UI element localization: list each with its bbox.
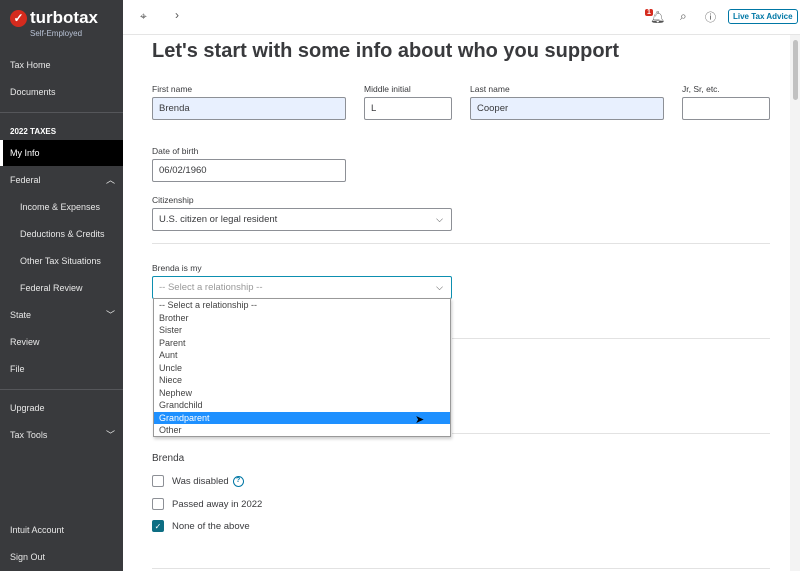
sidebar-item-deductions[interactable]: Deductions & Credits xyxy=(0,221,123,247)
divider xyxy=(152,568,770,569)
divider xyxy=(452,433,770,434)
divider xyxy=(0,112,123,113)
first-name-label: First name xyxy=(152,84,193,94)
dob-label: Date of birth xyxy=(152,146,199,156)
sidebar-item-other-situations[interactable]: Other Tax Situations xyxy=(0,248,123,274)
option[interactable]: Nephew xyxy=(154,387,450,400)
sidebar-item-federal[interactable]: Federal ︿ xyxy=(0,167,123,193)
passed-away-checkbox[interactable] xyxy=(152,498,164,510)
selected-value: U.S. citizen or legal resident xyxy=(159,214,278,225)
dob-field[interactable]: 06/02/1960 xyxy=(152,159,346,182)
check-logo-icon: ✓ xyxy=(10,9,27,27)
section-header: 2022 TAXES xyxy=(10,127,57,136)
citizenship-label: Citizenship xyxy=(152,195,194,205)
chevron-down-icon: ﹀ xyxy=(105,310,115,320)
relationship-select[interactable]: -- Select a relationship -- ⌵ xyxy=(152,276,452,299)
chevron-right-icon[interactable]: › xyxy=(175,8,179,22)
suffix-field[interactable] xyxy=(682,97,770,120)
help-icon[interactable]: ⓘ xyxy=(705,9,716,25)
option[interactable]: Niece xyxy=(154,374,450,387)
last-name-label: Last name xyxy=(470,84,510,94)
relationship-dropdown-list: -- Select a relationship -- Brother Sist… xyxy=(153,298,451,437)
help-icon[interactable]: ? xyxy=(232,476,244,487)
edition-label: Self-Employed xyxy=(30,29,83,38)
middle-initial-field[interactable]: L xyxy=(364,97,452,120)
scrollbar[interactable] xyxy=(790,35,800,571)
page-title: Let's start with some info about who you… xyxy=(152,40,619,62)
passed-away-label: Passed away in 2022 xyxy=(172,499,263,510)
sidebar-item-income[interactable]: Income & Expenses xyxy=(0,194,123,220)
sidebar-item-federal-review[interactable]: Federal Review xyxy=(0,275,123,301)
was-disabled-label: Was disabled? xyxy=(172,476,244,487)
label: Federal xyxy=(10,175,41,185)
search-icon[interactable]: ⌕ xyxy=(680,9,687,24)
sidebar: ✓ turbotax Self-Employed Tax Home Documen… xyxy=(0,0,123,571)
label: State xyxy=(10,310,32,320)
sidebar-item-file[interactable]: File xyxy=(0,356,123,382)
sidebar-item-tax-home[interactable]: Tax Home xyxy=(0,52,123,78)
divider xyxy=(152,243,770,244)
citizenship-select[interactable]: U.S. citizen or legal resident ⌵ xyxy=(152,208,452,231)
option[interactable]: Sister xyxy=(154,324,450,337)
sidebar-item-my-info[interactable]: My Info xyxy=(0,140,123,166)
status-heading: Brenda xyxy=(152,453,185,464)
divider xyxy=(0,389,123,390)
sidebar-item-review[interactable]: Review xyxy=(0,329,123,355)
live-tax-advice-button[interactable]: Live Tax Advice xyxy=(728,9,798,24)
divider xyxy=(452,338,770,339)
last-name-field[interactable]: Cooper xyxy=(470,97,664,120)
sidebar-item-tax-tools[interactable]: Tax Tools ﹀ xyxy=(0,422,123,448)
option[interactable]: Other xyxy=(154,424,450,437)
selected-value: -- Select a relationship -- xyxy=(159,282,263,293)
option[interactable]: Grandchild xyxy=(154,399,450,412)
location-pin-icon[interactable]: ⌖ xyxy=(140,9,147,24)
chevron-down-icon: ﹀ xyxy=(105,430,115,440)
scrollbar-thumb[interactable] xyxy=(793,40,798,100)
option[interactable]: Aunt xyxy=(154,349,450,362)
was-disabled-checkbox[interactable] xyxy=(152,475,164,487)
chevron-down-icon: ⌵ xyxy=(436,214,443,224)
sidebar-item-documents[interactable]: Documents xyxy=(0,79,123,105)
first-name-field[interactable]: Brenda xyxy=(152,97,346,120)
chevron-down-icon: ⌵ xyxy=(436,282,443,292)
sidebar-item-upgrade[interactable]: Upgrade xyxy=(0,395,123,421)
mouse-cursor-icon: ➤ xyxy=(415,414,425,426)
chevron-up-icon: ︿ xyxy=(105,175,115,185)
sidebar-item-sign-out[interactable]: Sign Out xyxy=(0,544,123,570)
sidebar-item-intuit-account[interactable]: Intuit Account xyxy=(0,517,123,543)
option[interactable]: Brother xyxy=(154,312,450,325)
label: Was disabled xyxy=(172,476,229,488)
option[interactable]: Uncle xyxy=(154,362,450,375)
option-highlighted[interactable]: Grandparent xyxy=(154,411,450,424)
notification-badge: 1 xyxy=(645,9,653,16)
top-bar xyxy=(123,0,800,35)
label: Tax Tools xyxy=(10,430,48,440)
none-of-above-label: None of the above xyxy=(172,521,250,532)
suffix-label: Jr, Sr, etc. xyxy=(682,84,720,94)
sidebar-item-state[interactable]: State ﹀ xyxy=(0,302,123,328)
none-of-above-checkbox[interactable]: ✓ xyxy=(152,520,164,532)
middle-initial-label: Middle initial xyxy=(364,84,411,94)
turbotax-logo[interactable]: ✓ turbotax xyxy=(10,8,98,28)
option[interactable]: Parent xyxy=(154,337,450,350)
relationship-label: Brenda is my xyxy=(152,263,202,273)
option[interactable]: -- Select a relationship -- xyxy=(154,299,450,312)
